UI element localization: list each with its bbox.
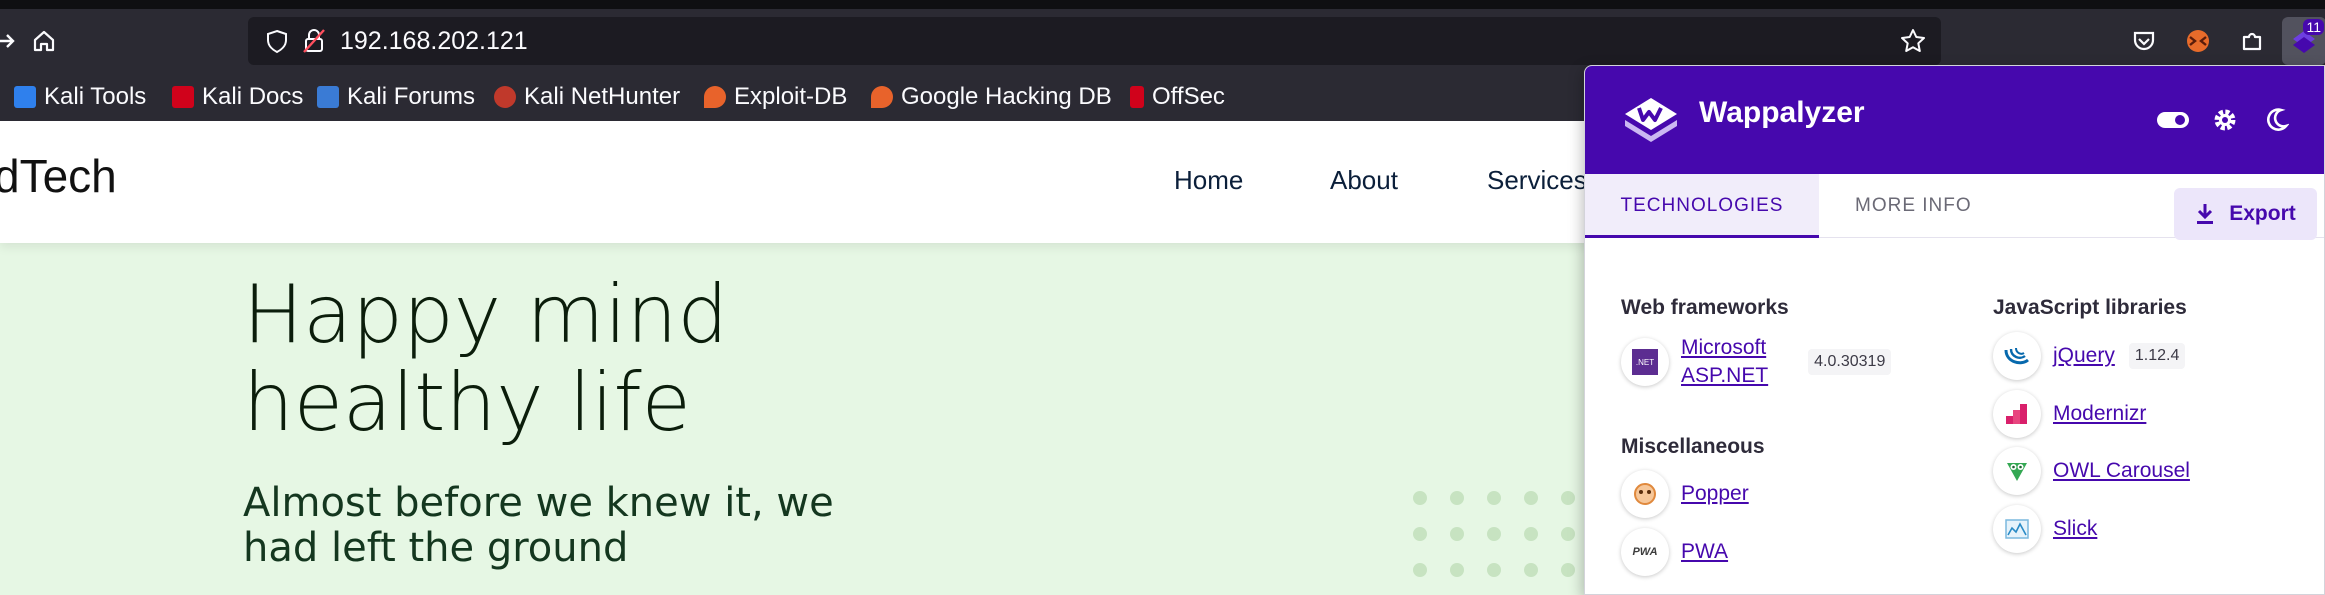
- toggle-icon[interactable]: [2155, 102, 2191, 138]
- category-web-frameworks: Web frameworks: [1621, 296, 1789, 319]
- tech-version: 4.0.30319: [1808, 349, 1892, 375]
- tech-item-modernizr[interactable]: Modernizr: [1993, 390, 2146, 438]
- bookmark-label: Exploit-DB: [734, 83, 848, 110]
- kali-nethunter-icon: [494, 86, 516, 108]
- bookmark-offsec[interactable]: OffSec: [1130, 73, 1225, 121]
- tech-name[interactable]: PWA: [1681, 538, 1728, 566]
- forward-icon[interactable]: [0, 21, 26, 61]
- category-javascript-libraries: JavaScript libraries: [1993, 296, 2187, 319]
- url-text[interactable]: 192.168.202.121: [340, 17, 528, 65]
- slick-icon: [1993, 505, 2041, 553]
- window-top-strip: [0, 0, 2325, 9]
- wappalyzer-header: Wappalyzer: [1585, 66, 2324, 174]
- kali-docs-icon: [172, 86, 194, 108]
- tab-technologies[interactable]: TECHNOLOGIES: [1585, 174, 1819, 238]
- tab-more-info[interactable]: MORE INFO: [1855, 174, 1972, 238]
- tech-name-line: Microsoft: [1681, 336, 1767, 359]
- tech-version: 1.12.4: [2128, 343, 2186, 369]
- hero-title-line: healthy life: [243, 356, 691, 449]
- extension-badge: 11: [2303, 19, 2324, 35]
- browser-toolbar: 192.168.202.121 11: [0, 9, 2325, 73]
- bookmark-label: OffSec: [1152, 83, 1225, 110]
- tech-name[interactable]: Popper: [1681, 480, 1749, 508]
- tech-name[interactable]: Slick: [2053, 515, 2097, 543]
- tech-item-owl-carousel[interactable]: OWL Carousel: [1993, 447, 2190, 495]
- hero-subtitle-line: had left the ground: [243, 525, 629, 571]
- kali-tools-icon: [14, 86, 36, 108]
- bookmark-label: Kali Docs: [202, 83, 304, 110]
- export-button[interactable]: Export: [2174, 188, 2317, 240]
- extensions-puzzle-icon[interactable]: [2232, 21, 2272, 61]
- tech-name[interactable]: Modernizr: [2053, 400, 2146, 428]
- bookmark-kali-forums[interactable]: Kali Forums: [317, 73, 475, 121]
- hero-subtitle-line: Almost before we knew it, we: [243, 480, 834, 526]
- jquery-icon: [1993, 332, 2041, 380]
- dark-mode-moon-icon[interactable]: [2258, 102, 2294, 138]
- tech-name[interactable]: jQuery: [2053, 342, 2115, 370]
- offsec-icon: [1130, 86, 1144, 108]
- bookmark-label: Kali Forums: [347, 83, 476, 110]
- kali-forums-icon: [317, 86, 339, 108]
- export-label: Export: [2229, 202, 2296, 225]
- wappalyzer-logo-icon: [1619, 88, 1683, 152]
- category-miscellaneous: Miscellaneous: [1621, 435, 1765, 458]
- site-brand[interactable]: dTech: [0, 149, 117, 203]
- ghdb-icon: [871, 86, 893, 108]
- tech-item-jquery[interactable]: jQuery 1.12.4: [1993, 332, 2186, 380]
- tech-item-popper[interactable]: Popper: [1621, 470, 1749, 518]
- bookmark-kali-nethunter[interactable]: Kali NetHunter: [494, 73, 680, 121]
- decorative-dots: [1413, 491, 1593, 595]
- nav-home[interactable]: Home: [1174, 165, 1243, 196]
- bookmark-label: Google Hacking DB: [901, 83, 1112, 110]
- home-icon[interactable]: [24, 21, 64, 61]
- hero-title-line: Happy mind: [243, 268, 729, 361]
- tech-item-aspnet[interactable]: .NET Microsoft ASP.NET 4.0.30319: [1621, 334, 1892, 390]
- shield-icon[interactable]: [264, 28, 290, 58]
- nav-services[interactable]: Services: [1487, 165, 1587, 196]
- bookmark-google-hacking-db[interactable]: Google Hacking DB: [871, 73, 1112, 121]
- nav-about[interactable]: About: [1330, 165, 1398, 196]
- settings-gear-icon[interactable]: [2207, 102, 2243, 138]
- tech-item-pwa[interactable]: PWA PWA: [1621, 528, 1728, 576]
- fox-extension-icon[interactable]: [2178, 21, 2218, 61]
- wappalyzer-title: Wappalyzer: [1699, 96, 1865, 129]
- bookmark-star-icon[interactable]: [1899, 27, 1927, 59]
- tech-name[interactable]: Microsoft ASP.NET: [1681, 334, 1768, 390]
- owl-carousel-icon: [1993, 447, 2041, 495]
- hero-title: Happy mind healthy life: [243, 271, 943, 447]
- modernizr-icon: [1993, 390, 2041, 438]
- tech-item-slick[interactable]: Slick: [1993, 505, 2097, 553]
- insecure-lock-icon[interactable]: [302, 28, 326, 58]
- exploit-db-icon: [704, 86, 726, 108]
- bookmark-kali-tools[interactable]: Kali Tools: [14, 73, 146, 121]
- bookmark-kali-docs[interactable]: Kali Docs: [172, 73, 303, 121]
- url-bar[interactable]: 192.168.202.121: [248, 17, 1941, 65]
- aspnet-icon: .NET: [1621, 338, 1669, 386]
- bookmark-label: Kali NetHunter: [524, 83, 681, 110]
- wappalyzer-popup: Wappalyzer TECHNOLOGIES MORE INFO Export…: [1584, 65, 2325, 595]
- bookmark-exploit-db[interactable]: Exploit-DB: [704, 73, 847, 121]
- pwa-icon: PWA: [1621, 528, 1669, 576]
- tech-name[interactable]: OWL Carousel: [2053, 457, 2190, 485]
- bookmark-label: Kali Tools: [44, 83, 147, 110]
- pocket-icon[interactable]: [2124, 21, 2164, 61]
- download-icon: [2197, 204, 2214, 224]
- popper-icon: [1621, 470, 1669, 518]
- tech-name-line: ASP.NET: [1681, 364, 1769, 387]
- hero-subtitle: Almost before we knew it, we had left th…: [243, 481, 893, 571]
- wappalyzer-extension-icon[interactable]: 11: [2282, 17, 2325, 65]
